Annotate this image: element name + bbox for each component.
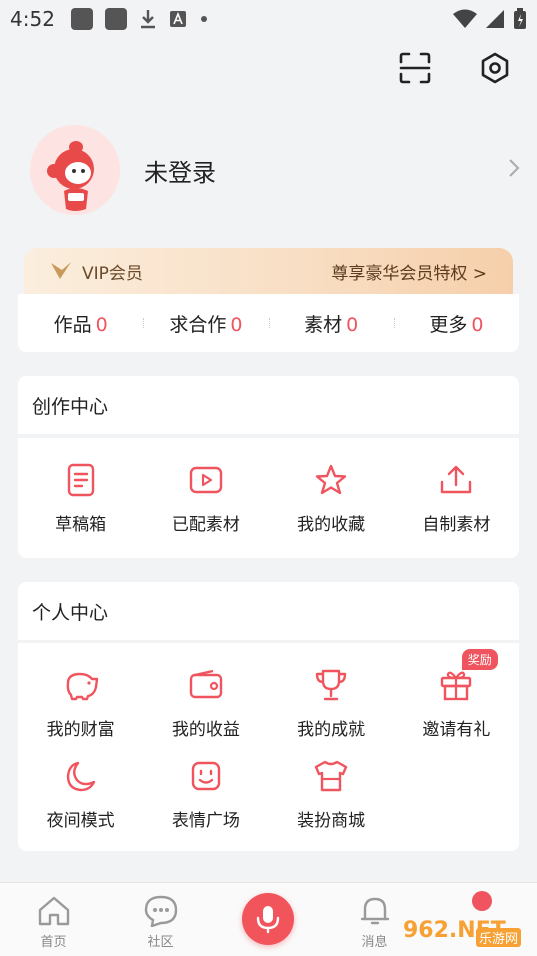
stat-label: 作品 (53, 313, 92, 336)
creation-center-grid: 草稿箱 已配素材 我的收藏 自制素材 (18, 438, 519, 558)
vip-logo-icon (51, 262, 71, 279)
vip-label: VIP会员 (82, 263, 143, 284)
star-icon (315, 464, 347, 495)
stat-count: 0 (95, 313, 108, 336)
draft-box-item[interactable]: 草稿箱 (18, 460, 143, 535)
system-icons (453, 8, 527, 30)
watermark-logo: 962.NET 乐游网 (403, 906, 531, 954)
gift-icon (441, 671, 472, 701)
wifi-icon (453, 9, 477, 28)
scan-icon (399, 52, 431, 84)
item-label: 已配素材 (171, 515, 240, 535)
personal-center-grid: 我的财富 我的收益 我的成就 奖励 邀请有礼 夜间模式 表情广场 装扮商城 (18, 643, 519, 851)
scan-button[interactable] (397, 50, 433, 86)
my-earnings-item[interactable]: 我的收益 (143, 665, 268, 740)
play-box-icon (189, 466, 223, 494)
font-icon (169, 11, 186, 27)
personal-center-title: 个人中心 (18, 582, 519, 640)
app-notification-icon (70, 8, 93, 30)
chat-icon (144, 895, 177, 927)
stat-count: 0 (471, 313, 484, 336)
stats-bar: 作品 0 求合作 0 素材 0 更多 0 (18, 294, 519, 352)
my-favorites-item[interactable]: 我的收藏 (269, 460, 394, 535)
emoji-plaza-item[interactable]: 表情广场 (143, 756, 268, 831)
home-icon (38, 896, 69, 926)
watermark-sub: 乐游网 (475, 928, 521, 947)
matched-material-item[interactable]: 已配素材 (143, 460, 268, 535)
download-icon (140, 10, 155, 29)
shirt-icon (314, 760, 348, 792)
profile-row[interactable]: 未登录 (30, 124, 520, 216)
stat-count: 0 (346, 313, 359, 336)
nav-label: 消息 (361, 935, 388, 950)
moon-icon (66, 761, 95, 792)
invite-gift-item[interactable]: 奖励 邀请有礼 (394, 649, 519, 740)
notification-icons (70, 8, 209, 30)
nav-label: 首页 (40, 935, 67, 950)
night-mode-item[interactable]: 夜间模式 (18, 756, 143, 831)
trophy-icon (315, 669, 347, 701)
status-time: 4:52 (10, 7, 55, 31)
piggy-bank-icon (66, 672, 98, 701)
item-label: 我的收益 (171, 720, 240, 740)
mic-icon (256, 906, 279, 934)
item-label: 草稿箱 (55, 515, 107, 535)
my-achievements-item[interactable]: 我的成就 (269, 665, 394, 740)
nav-home[interactable]: 首页 (0, 883, 107, 956)
dot-icon (200, 16, 207, 22)
chevron-right-icon (509, 159, 520, 177)
vip-privilege-link[interactable]: 尊享豪华会员特权 > (331, 259, 487, 284)
item-label: 自制素材 (422, 515, 491, 535)
mascot-avatar-icon (30, 125, 120, 215)
stat-collaboration[interactable]: 求合作 0 (143, 310, 268, 337)
settings-icon (481, 52, 509, 84)
stat-count: 0 (230, 313, 243, 336)
item-label: 夜间模式 (46, 811, 115, 831)
nav-label: 社区 (147, 935, 174, 950)
avatar[interactable] (30, 125, 120, 215)
battery-icon (514, 8, 526, 29)
item-label: 邀请有礼 (422, 720, 491, 740)
top-actions (397, 50, 513, 86)
item-label: 我的成就 (297, 720, 366, 740)
signal-icon (486, 10, 504, 28)
reward-badge: 奖励 (461, 649, 498, 670)
status-bar: 4:52 (0, 0, 537, 38)
item-label: 装扮商城 (297, 811, 366, 831)
dress-up-mall-item[interactable]: 装扮商城 (269, 756, 394, 831)
custom-material-item[interactable]: 自制素材 (394, 460, 519, 535)
wallet-icon (189, 670, 223, 699)
stat-label: 素材 (304, 313, 343, 336)
item-label: 我的财富 (46, 720, 115, 740)
stat-works[interactable]: 作品 0 (18, 310, 143, 337)
emoji-icon (191, 761, 221, 791)
stat-label: 求合作 (169, 313, 227, 336)
app-notification-icon (104, 8, 127, 30)
stat-materials[interactable]: 素材 0 (268, 310, 394, 337)
nav-community[interactable]: 社区 (107, 883, 214, 956)
my-wealth-item[interactable]: 我的财富 (18, 665, 143, 740)
creation-center-title: 创作中心 (18, 376, 519, 434)
bell-icon (360, 897, 389, 925)
item-label: 我的收藏 (297, 515, 366, 535)
upload-icon (441, 465, 472, 494)
settings-button[interactable] (477, 50, 513, 86)
record-button[interactable] (241, 893, 294, 945)
vip-banner[interactable]: VIP会员 尊享豪华会员特权 > (24, 248, 513, 294)
stat-label: 更多 (429, 313, 468, 336)
nav-record[interactable] (214, 883, 321, 956)
login-status[interactable]: 未登录 (144, 153, 216, 188)
item-label: 表情广场 (171, 811, 240, 831)
draft-icon (67, 463, 94, 497)
stat-more[interactable]: 更多 0 (393, 310, 519, 337)
